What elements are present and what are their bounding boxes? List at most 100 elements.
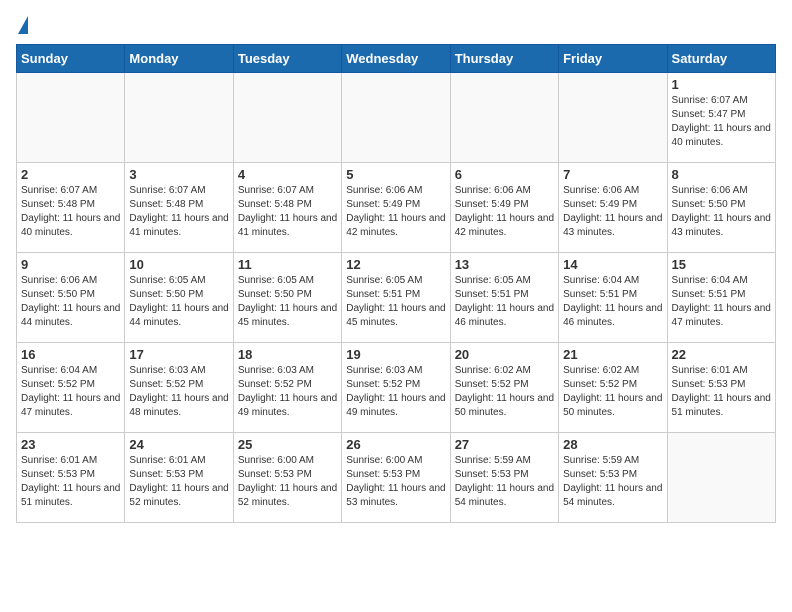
day-info: Sunrise: 6:02 AM Sunset: 5:52 PM Dayligh… xyxy=(455,364,554,420)
day-info: Sunrise: 6:07 AM Sunset: 5:48 PM Dayligh… xyxy=(238,184,337,240)
calendar-header-tuesday: Tuesday xyxy=(233,45,341,73)
day-info: Sunrise: 6:06 AM Sunset: 5:49 PM Dayligh… xyxy=(563,184,662,240)
calendar-cell: 15 Sunrise: 6:04 AM Sunset: 5:51 PM Dayli… xyxy=(667,253,775,343)
day-number: 5 xyxy=(346,167,445,182)
calendar-cell: 27 Sunrise: 5:59 AM Sunset: 5:53 PM Dayli… xyxy=(450,433,558,523)
calendar-header-wednesday: Wednesday xyxy=(342,45,450,73)
day-number: 6 xyxy=(455,167,554,182)
calendar-cell: 28 Sunrise: 5:59 AM Sunset: 5:53 PM Dayli… xyxy=(559,433,667,523)
day-number: 1 xyxy=(672,77,771,92)
calendar-cell: 8 Sunrise: 6:06 AM Sunset: 5:50 PM Daylig… xyxy=(667,163,775,253)
day-info: Sunrise: 6:00 AM Sunset: 5:53 PM Dayligh… xyxy=(346,454,445,510)
day-number: 13 xyxy=(455,257,554,272)
calendar-cell: 14Sunrise: 6:04 AM Sunset: 5:51 PM Dayli… xyxy=(559,253,667,343)
day-info: Sunrise: 6:01 AM Sunset: 5:53 PM Dayligh… xyxy=(21,454,120,510)
page-header xyxy=(16,16,776,36)
calendar-cell: 18 Sunrise: 6:03 AM Sunset: 5:52 PM Dayli… xyxy=(233,343,341,433)
day-number: 15 xyxy=(672,257,771,272)
day-info: Sunrise: 6:04 AM Sunset: 5:51 PM Dayligh… xyxy=(563,274,662,330)
day-number: 8 xyxy=(672,167,771,182)
calendar-header-monday: Monday xyxy=(125,45,233,73)
calendar-cell: 13 Sunrise: 6:05 AM Sunset: 5:51 PM Dayli… xyxy=(450,253,558,343)
calendar-cell: 5 Sunrise: 6:06 AM Sunset: 5:49 PM Daylig… xyxy=(342,163,450,253)
calendar-cell: 12 Sunrise: 6:05 AM Sunset: 5:51 PM Dayli… xyxy=(342,253,450,343)
day-number: 17 xyxy=(129,347,228,362)
calendar-cell: 24 Sunrise: 6:01 AM Sunset: 5:53 PM Dayli… xyxy=(125,433,233,523)
day-info: Sunrise: 6:03 AM Sunset: 5:52 PM Dayligh… xyxy=(346,364,445,420)
day-number: 22 xyxy=(672,347,771,362)
day-number: 25 xyxy=(238,437,337,452)
day-info: Sunrise: 6:01 AM Sunset: 5:53 PM Dayligh… xyxy=(129,454,228,510)
calendar-cell: 6 Sunrise: 6:06 AM Sunset: 5:49 PM Daylig… xyxy=(450,163,558,253)
calendar-cell: 21Sunrise: 6:02 AM Sunset: 5:52 PM Dayli… xyxy=(559,343,667,433)
calendar-cell: 7 Sunrise: 6:06 AM Sunset: 5:49 PM Daylig… xyxy=(559,163,667,253)
calendar-cell xyxy=(233,73,341,163)
day-info: Sunrise: 6:05 AM Sunset: 5:51 PM Dayligh… xyxy=(455,274,554,330)
calendar-header-thursday: Thursday xyxy=(450,45,558,73)
calendar-cell: 11 Sunrise: 6:05 AM Sunset: 5:50 PM Dayli… xyxy=(233,253,341,343)
calendar-cell: 22 Sunrise: 6:01 AM Sunset: 5:53 PM Dayli… xyxy=(667,343,775,433)
calendar-cell: 19 Sunrise: 6:03 AM Sunset: 5:52 PM Dayli… xyxy=(342,343,450,433)
day-number: 3 xyxy=(129,167,228,182)
calendar-week-3: 16 Sunrise: 6:04 AM Sunset: 5:52 PM Dayli… xyxy=(17,343,776,433)
day-number: 16 xyxy=(21,347,120,362)
calendar-cell: 23 Sunrise: 6:01 AM Sunset: 5:53 PM Dayli… xyxy=(17,433,125,523)
day-number: 20 xyxy=(455,347,554,362)
calendar-cell: 26 Sunrise: 6:00 AM Sunset: 5:53 PM Dayli… xyxy=(342,433,450,523)
day-info: Sunrise: 6:06 AM Sunset: 5:50 PM Dayligh… xyxy=(672,184,771,240)
calendar-header-row: SundayMondayTuesdayWednesdayThursdayFrid… xyxy=(17,45,776,73)
day-info: Sunrise: 6:03 AM Sunset: 5:52 PM Dayligh… xyxy=(129,364,228,420)
day-number: 4 xyxy=(238,167,337,182)
calendar-cell: 20 Sunrise: 6:02 AM Sunset: 5:52 PM Dayli… xyxy=(450,343,558,433)
day-info: Sunrise: 6:01 AM Sunset: 5:53 PM Dayligh… xyxy=(672,364,771,420)
day-info: Sunrise: 6:05 AM Sunset: 5:50 PM Dayligh… xyxy=(238,274,337,330)
calendar-cell: 16 Sunrise: 6:04 AM Sunset: 5:52 PM Dayli… xyxy=(17,343,125,433)
day-info: Sunrise: 6:06 AM Sunset: 5:50 PM Dayligh… xyxy=(21,274,120,330)
calendar-cell: 25Sunrise: 6:00 AM Sunset: 5:53 PM Dayli… xyxy=(233,433,341,523)
calendar-cell xyxy=(125,73,233,163)
calendar-cell xyxy=(559,73,667,163)
day-number: 7 xyxy=(563,167,662,182)
calendar-week-2: 9 Sunrise: 6:06 AM Sunset: 5:50 PM Daylig… xyxy=(17,253,776,343)
day-info: Sunrise: 6:07 AM Sunset: 5:47 PM Dayligh… xyxy=(672,94,771,150)
day-info: Sunrise: 6:07 AM Sunset: 5:48 PM Dayligh… xyxy=(21,184,120,240)
day-info: Sunrise: 6:03 AM Sunset: 5:52 PM Dayligh… xyxy=(238,364,337,420)
logo-triangle-icon xyxy=(18,16,28,34)
day-number: 24 xyxy=(129,437,228,452)
calendar-week-1: 2 Sunrise: 6:07 AM Sunset: 5:48 PM Daylig… xyxy=(17,163,776,253)
calendar-cell: 9 Sunrise: 6:06 AM Sunset: 5:50 PM Daylig… xyxy=(17,253,125,343)
day-number: 9 xyxy=(21,257,120,272)
day-info: Sunrise: 6:05 AM Sunset: 5:51 PM Dayligh… xyxy=(346,274,445,330)
calendar-cell xyxy=(450,73,558,163)
day-info: Sunrise: 5:59 AM Sunset: 5:53 PM Dayligh… xyxy=(455,454,554,510)
day-number: 12 xyxy=(346,257,445,272)
calendar-cell: 17 Sunrise: 6:03 AM Sunset: 5:52 PM Dayli… xyxy=(125,343,233,433)
calendar-week-0: 1 Sunrise: 6:07 AM Sunset: 5:47 PM Daylig… xyxy=(17,73,776,163)
calendar-cell xyxy=(342,73,450,163)
day-number: 23 xyxy=(21,437,120,452)
day-info: Sunrise: 6:05 AM Sunset: 5:50 PM Dayligh… xyxy=(129,274,228,330)
logo xyxy=(16,16,28,36)
day-number: 26 xyxy=(346,437,445,452)
day-number: 2 xyxy=(21,167,120,182)
calendar-header-sunday: Sunday xyxy=(17,45,125,73)
day-number: 28 xyxy=(563,437,662,452)
calendar-cell: 2 Sunrise: 6:07 AM Sunset: 5:48 PM Daylig… xyxy=(17,163,125,253)
calendar-cell xyxy=(17,73,125,163)
calendar-header-saturday: Saturday xyxy=(667,45,775,73)
calendar-week-4: 23 Sunrise: 6:01 AM Sunset: 5:53 PM Dayli… xyxy=(17,433,776,523)
calendar-header-friday: Friday xyxy=(559,45,667,73)
day-info: Sunrise: 6:04 AM Sunset: 5:51 PM Dayligh… xyxy=(672,274,771,330)
day-info: Sunrise: 5:59 AM Sunset: 5:53 PM Dayligh… xyxy=(563,454,662,510)
calendar-cell: 1 Sunrise: 6:07 AM Sunset: 5:47 PM Daylig… xyxy=(667,73,775,163)
day-number: 19 xyxy=(346,347,445,362)
day-info: Sunrise: 6:04 AM Sunset: 5:52 PM Dayligh… xyxy=(21,364,120,420)
day-info: Sunrise: 6:06 AM Sunset: 5:49 PM Dayligh… xyxy=(346,184,445,240)
calendar-table: SundayMondayTuesdayWednesdayThursdayFrid… xyxy=(16,44,776,523)
day-number: 11 xyxy=(238,257,337,272)
day-info: Sunrise: 6:06 AM Sunset: 5:49 PM Dayligh… xyxy=(455,184,554,240)
day-number: 27 xyxy=(455,437,554,452)
calendar-cell: 10Sunrise: 6:05 AM Sunset: 5:50 PM Dayli… xyxy=(125,253,233,343)
day-info: Sunrise: 6:02 AM Sunset: 5:52 PM Dayligh… xyxy=(563,364,662,420)
day-number: 18 xyxy=(238,347,337,362)
